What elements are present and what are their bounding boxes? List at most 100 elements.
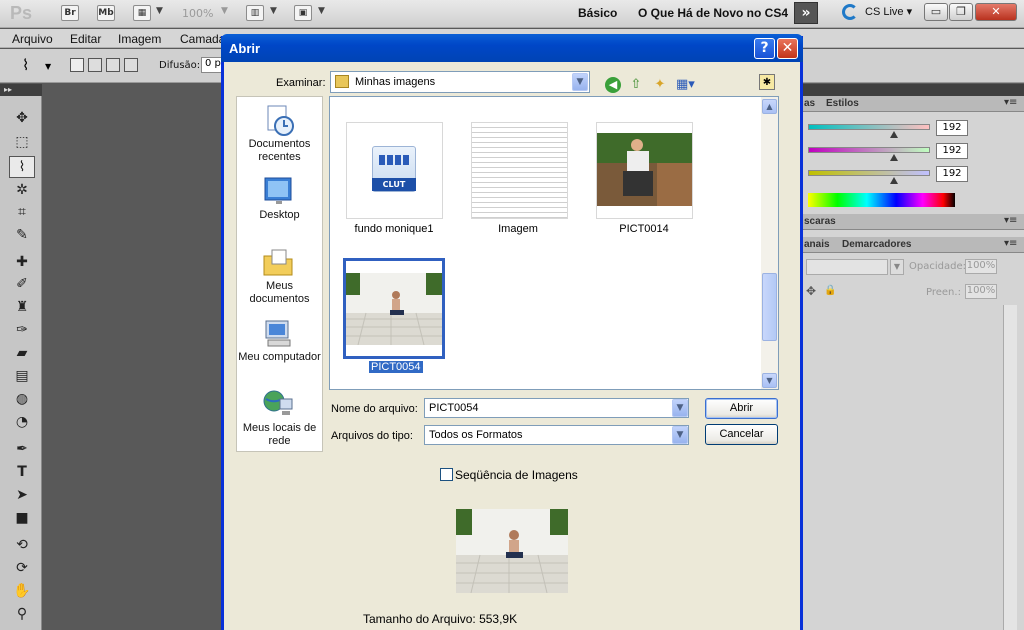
place-my-documents[interactable]: Meus documentos xyxy=(236,280,323,306)
file-list-scrollbar[interactable] xyxy=(761,97,778,389)
type-tool-icon[interactable]: T xyxy=(10,462,34,482)
opacity-input[interactable]: 100% xyxy=(965,259,997,274)
panel-menu-icon[interactable]: ▾≡ xyxy=(1004,215,1017,226)
dialog-title-bar[interactable] xyxy=(221,34,803,62)
bridge-button[interactable]: Br xyxy=(61,5,79,21)
tab-mascaras[interactable]: scaras xyxy=(804,216,836,227)
my-computer-icon[interactable] xyxy=(262,318,294,350)
view-menu-icon[interactable]: ▦▾ xyxy=(676,77,695,93)
arrange-documents-icon[interactable]: ▥ xyxy=(246,5,264,21)
clone-stamp-tool-icon[interactable]: ♜ xyxy=(10,297,34,317)
path-selection-tool-icon[interactable]: ➤ xyxy=(10,485,34,505)
layers-scrollbar[interactable] xyxy=(1003,305,1017,630)
up-folder-icon[interactable]: ⇧ xyxy=(628,77,644,93)
minibridge-button[interactable]: Mb xyxy=(97,5,115,21)
chevron-down-icon[interactable]: ▼ xyxy=(270,6,277,16)
dialog-close-button[interactable]: ✕ xyxy=(777,38,798,59)
cancel-button[interactable]: Cancelar xyxy=(705,424,778,445)
fill-input[interactable]: 100% xyxy=(965,284,997,299)
scroll-down-icon[interactable]: ▼ xyxy=(762,373,777,388)
chevron-down-icon[interactable]: ▼ xyxy=(672,426,688,444)
more-workspaces-button[interactable]: » xyxy=(794,2,818,24)
new-selection-icon[interactable] xyxy=(70,58,84,72)
tab-demarcadores[interactable]: Demarcadores xyxy=(842,239,911,250)
chevron-down-icon[interactable]: ▼ xyxy=(672,399,688,417)
chevron-down-icon[interactable]: ▼ xyxy=(45,62,51,71)
pen-tool-icon[interactable]: ✒ xyxy=(10,439,34,459)
help-button[interactable]: ? xyxy=(754,38,775,59)
slider-thumb[interactable] xyxy=(890,131,898,138)
tab-canais[interactable]: anais xyxy=(804,239,830,250)
menu-imagem[interactable]: Imagem xyxy=(118,32,161,46)
blend-mode-select[interactable] xyxy=(806,259,888,275)
marquee-tool-icon[interactable]: ⬚ xyxy=(10,132,34,152)
red-slider[interactable] xyxy=(808,124,930,130)
move-tool-icon[interactable]: ✥ xyxy=(10,108,34,128)
file-name[interactable]: PICT0014 xyxy=(584,223,704,235)
subtract-selection-icon[interactable] xyxy=(106,58,120,72)
zoom-level[interactable]: 100% xyxy=(182,7,213,20)
menu-editar[interactable]: Editar xyxy=(70,32,101,46)
workspace-basic[interactable]: Básico xyxy=(578,6,617,20)
3d-orbit-tool-icon[interactable]: ⟳ xyxy=(10,558,34,578)
back-icon[interactable]: ◀ xyxy=(605,77,621,93)
tab-amostras[interactable]: as xyxy=(804,98,815,109)
hand-tool-icon[interactable]: ✋ xyxy=(10,581,34,601)
tools-panel-header[interactable]: ▸▸ xyxy=(0,84,42,96)
shape-tool-icon[interactable]: ■ xyxy=(10,508,34,528)
add-selection-icon[interactable] xyxy=(88,58,102,72)
lasso-tool-icon[interactable]: ⌇ xyxy=(10,157,34,177)
red-value[interactable]: 192 xyxy=(936,120,968,136)
desktop-icon[interactable] xyxy=(262,175,294,207)
healing-brush-tool-icon[interactable]: ✚ xyxy=(10,252,34,272)
bridge-folder-icon[interactable]: ✱ xyxy=(759,74,775,90)
tab-estilos[interactable]: Estilos xyxy=(826,98,859,109)
close-window-button[interactable]: ✕ xyxy=(975,3,1017,21)
gradient-tool-icon[interactable]: ▤ xyxy=(10,366,34,386)
chevron-down-icon[interactable]: ▼ xyxy=(572,73,588,91)
my-documents-icon[interactable] xyxy=(262,246,294,278)
blue-value[interactable]: 192 xyxy=(936,166,968,182)
image-sequence-checkbox[interactable] xyxy=(440,468,453,481)
filetype-select[interactable]: Todos os Formatos xyxy=(424,425,689,445)
place-recent-documents[interactable]: Documentos recentes xyxy=(236,138,323,164)
restore-button[interactable]: ❐ xyxy=(949,3,973,21)
panel-menu-icon[interactable]: ▾≡ xyxy=(1004,97,1017,108)
lasso-tool-preset-icon[interactable]: ⌇ xyxy=(22,56,29,74)
green-value[interactable]: 192 xyxy=(936,143,968,159)
dodge-tool-icon[interactable]: ◔ xyxy=(10,412,34,432)
screen-mode-icon[interactable]: ▣ xyxy=(294,5,312,21)
view-extras-icon[interactable]: ▦ xyxy=(133,5,151,21)
panel-menu-icon[interactable]: ▾≡ xyxy=(1004,238,1017,249)
chevron-down-icon[interactable]: ▼ xyxy=(156,6,163,16)
minimize-button[interactable]: ▭ xyxy=(924,3,948,21)
green-slider[interactable] xyxy=(808,147,930,153)
menu-arquivo[interactable]: Arquivo xyxy=(12,32,53,46)
image-sequence-label[interactable]: Seqüência de Imagens xyxy=(455,468,578,482)
menu-camada[interactable]: Camada xyxy=(180,32,225,46)
new-folder-icon[interactable]: ✦ xyxy=(652,77,668,93)
crop-tool-icon[interactable]: ⌗ xyxy=(10,202,34,222)
slider-thumb[interactable] xyxy=(890,154,898,161)
cs-live-menu[interactable]: CS Live ▾ xyxy=(865,5,912,18)
place-network[interactable]: Meus locais de rede xyxy=(236,422,323,448)
open-button[interactable]: Abrir xyxy=(705,398,778,419)
selected-file-name[interactable]: PICT0054 xyxy=(369,361,423,373)
recent-documents-icon[interactable] xyxy=(262,104,294,136)
zoom-tool-icon[interactable]: ⚲ xyxy=(10,604,34,624)
color-spectrum[interactable] xyxy=(808,193,955,207)
place-my-computer[interactable]: Meu computador xyxy=(236,351,323,364)
scroll-up-icon[interactable]: ▲ xyxy=(762,99,777,114)
lock-position-icon[interactable]: ✥ xyxy=(806,284,816,298)
file-name[interactable]: fundo monique1 xyxy=(334,223,454,235)
chevron-down-icon[interactable]: ▼ xyxy=(890,259,904,275)
filename-input[interactable]: PICT0054 xyxy=(424,398,689,418)
eyedropper-tool-icon[interactable]: ✎ xyxy=(10,225,34,245)
history-brush-tool-icon[interactable]: ✑ xyxy=(10,320,34,340)
chevron-down-icon[interactable]: ▼ xyxy=(221,6,228,16)
file-name[interactable]: Imagem xyxy=(458,223,578,235)
workspace-whats-new[interactable]: O Que Há de Novo no CS4 xyxy=(638,6,788,20)
intersect-selection-icon[interactable] xyxy=(124,58,138,72)
slider-thumb[interactable] xyxy=(890,177,898,184)
scrollbar-thumb[interactable] xyxy=(762,273,777,341)
